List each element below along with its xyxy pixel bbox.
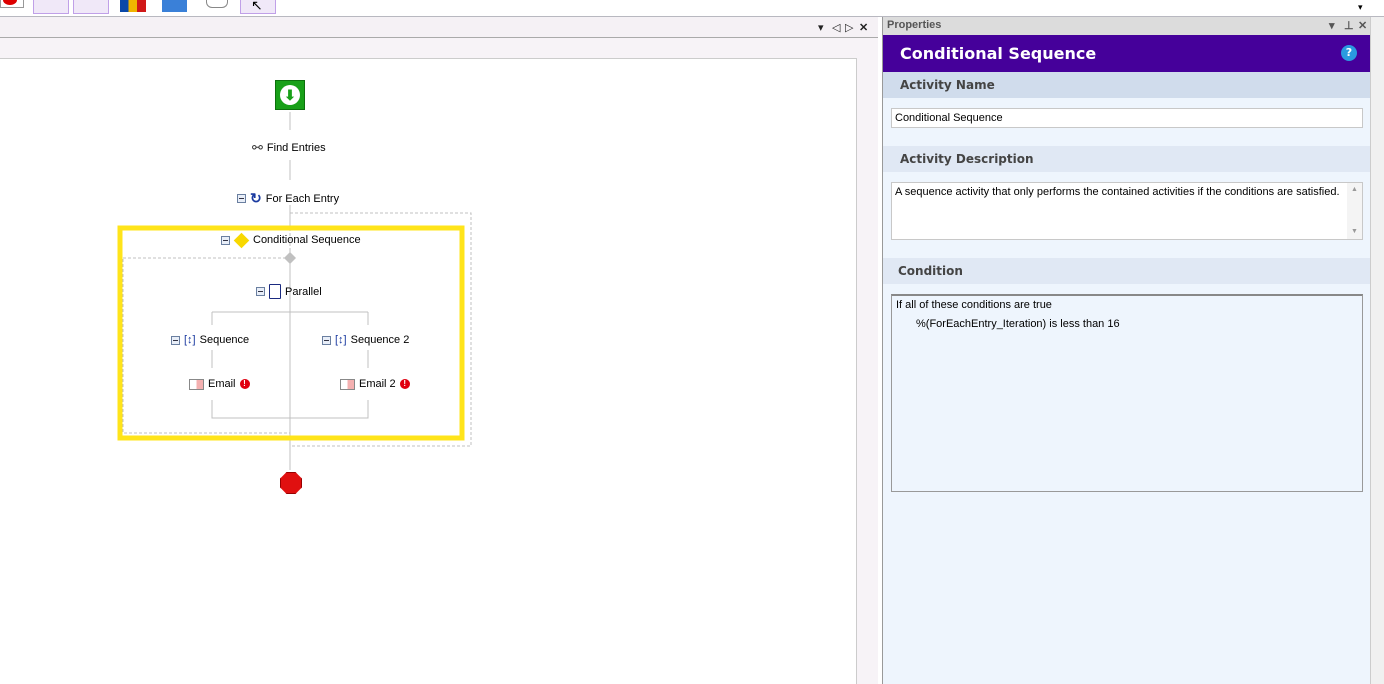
node-parallel[interactable]: Parallel <box>256 284 322 299</box>
email-icon <box>189 378 204 390</box>
condition-editor[interactable]: If all of these conditions are true %(Fo… <box>891 294 1363 492</box>
activity-name-label: Activity Name <box>883 72 1371 98</box>
start-node[interactable]: ⬇ <box>275 80 305 110</box>
condition-rule[interactable]: %(ForEachEntry_Iteration) is less than 1… <box>896 318 1358 330</box>
pin-icon[interactable]: ⊥ <box>1344 19 1354 32</box>
activity-description-label: Activity Description <box>883 146 1371 172</box>
branch-diamond <box>284 252 296 264</box>
activity-description-textarea[interactable]: A sequence activity that only performs t… <box>891 182 1363 240</box>
node-email-2[interactable]: Email 2 ! <box>340 378 410 390</box>
node-sequence[interactable]: [↕] Sequence <box>171 334 249 346</box>
properties-titlebar: Properties ▾ ⊥ ✕ <box>883 17 1371 35</box>
loop-icon: ↻ <box>250 190 262 206</box>
properties-header: Conditional Sequence ? <box>883 35 1371 72</box>
help-icon[interactable]: ? <box>1341 45 1357 61</box>
activity-name-input[interactable]: Conditional Sequence <box>891 108 1363 128</box>
sequence-icon: [↕] <box>335 334 347 346</box>
node-email[interactable]: Email ! <box>189 378 250 390</box>
connectors <box>117 112 472 470</box>
error-icon[interactable]: ! <box>239 379 250 389</box>
properties-panel: Properties ▾ ⊥ ✕ Conditional Sequence ? … <box>882 17 1371 684</box>
condition-intro: If all of these conditions are true <box>896 299 1052 311</box>
collapse-icon[interactable] <box>171 335 180 345</box>
textarea-scrollbar[interactable]: ▲ ▼ <box>1347 183 1362 239</box>
node-conditional-sequence[interactable]: Conditional Sequence <box>221 232 361 248</box>
sequence-icon: [↕] <box>184 334 196 346</box>
collapse-icon[interactable] <box>256 287 265 296</box>
parallel-icon <box>269 284 281 299</box>
collapse-icon[interactable] <box>322 335 331 345</box>
condition-label: Condition <box>883 258 1371 284</box>
error-icon[interactable]: ! <box>399 379 410 389</box>
collapse-icon[interactable] <box>221 235 230 245</box>
node-find-entries[interactable]: ⚯ Find Entries <box>252 140 326 156</box>
node-sequence-2[interactable]: [↕] Sequence 2 <box>322 334 409 346</box>
window-scrollbar[interactable] <box>1370 17 1384 684</box>
condition-icon <box>233 232 250 248</box>
dropdown-icon[interactable]: ▾ <box>1329 19 1335 32</box>
email-icon <box>340 378 355 390</box>
binoculars-icon: ⚯ <box>252 140 263 155</box>
arrow-down-icon: ⬇ <box>280 85 300 105</box>
close-icon[interactable]: ✕ <box>1358 19 1367 32</box>
collapse-icon[interactable] <box>237 194 246 203</box>
overflow-icon[interactable]: ▾ <box>1358 2 1363 13</box>
node-for-each-entry[interactable]: ↻ For Each Entry <box>237 190 339 207</box>
